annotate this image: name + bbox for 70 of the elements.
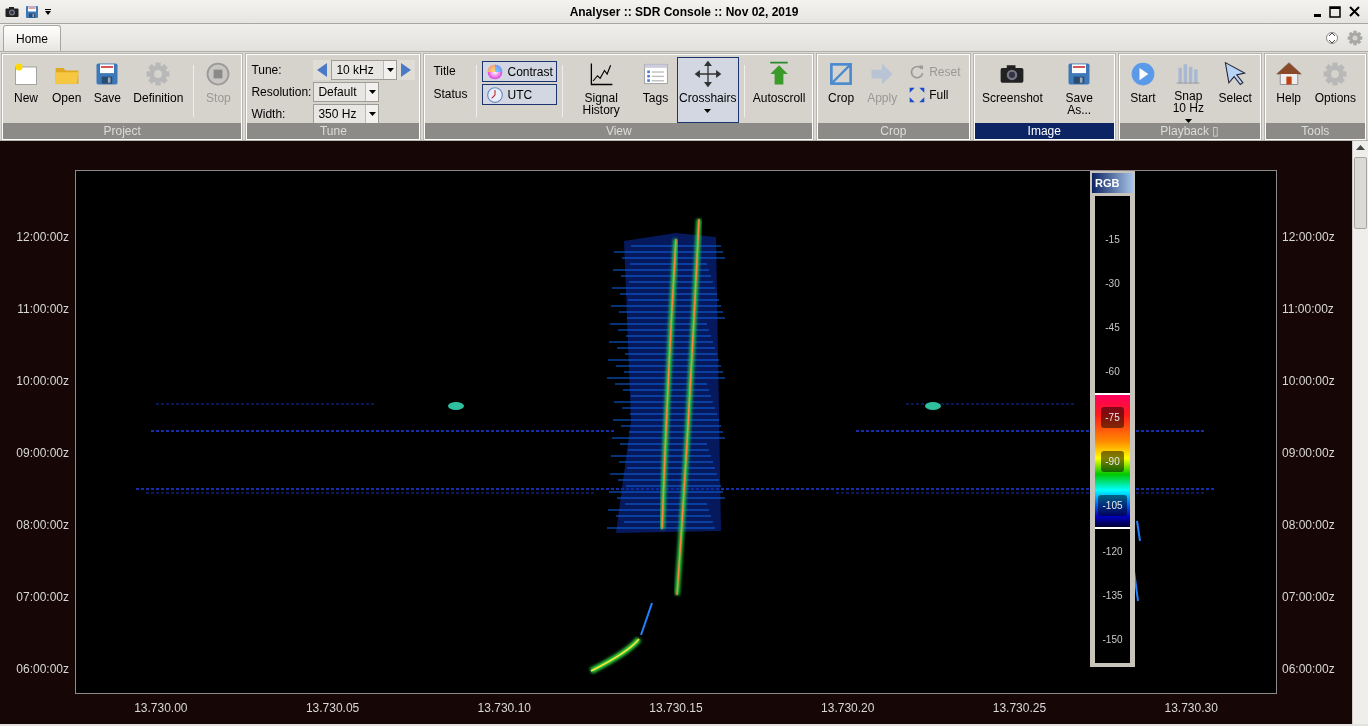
time-axis-label: 06:00:00z <box>1282 662 1335 676</box>
scale-label: -105 <box>1098 494 1127 516</box>
toolbar-button[interactable]: Full <box>904 84 965 105</box>
ribbon-label: Title <box>432 63 457 80</box>
scale-label: -15 <box>1105 232 1120 247</box>
scale-label: -75 <box>1101 406 1124 428</box>
scale-label: -45 <box>1105 320 1120 335</box>
frequency-axis-label: 13.730.10 <box>477 701 531 715</box>
time-axis-label: 07:00:00z <box>16 590 69 604</box>
toolbar-button[interactable]: Select <box>1214 57 1256 123</box>
toolbar-button[interactable]: Start <box>1123 57 1162 123</box>
toolbar-button[interactable]: Crosshairs <box>676 57 739 123</box>
time-axis-label: 06:00:00z <box>16 662 69 676</box>
toolbar-button[interactable]: Definition <box>128 57 189 123</box>
toolbar-button[interactable]: Help <box>1269 57 1308 123</box>
waterfall-plot[interactable]: RGB -15 -30 -45 -60 -75 -90 -105 -120 -135 -150 <box>75 170 1277 694</box>
group-label: Tools <box>1265 123 1365 139</box>
toolbar-button[interactable]: Save <box>88 57 127 123</box>
group-label: Crop <box>818 123 969 139</box>
time-axis-label: 11:00:00z <box>1282 302 1334 316</box>
time-axis-label: 12:00:00z <box>16 230 69 244</box>
time-axis-label: 09:00:00z <box>16 446 69 460</box>
toolbar-button[interactable]: Crop <box>822 57 861 123</box>
ribbon-tab[interactable]: Home <box>3 25 61 51</box>
color-scale-title: RGB <box>1092 173 1133 193</box>
group-label: Tune <box>247 123 420 139</box>
toolbar-button[interactable]: Tags <box>636 57 675 123</box>
time-axis-label: 10:00:00z <box>16 374 69 388</box>
window-title: Analyser :: SDR Console :: Nov 02, 2019 <box>569 4 799 19</box>
field-label: Resolution: <box>251 84 312 101</box>
frequency-axis-label: 13.730.20 <box>821 701 875 715</box>
frequency-axis-label: 13.730.25 <box>992 701 1047 715</box>
time-axis-label: 07:00:00z <box>1282 590 1335 604</box>
scale-label: -30 <box>1105 276 1120 291</box>
toggle-button[interactable]: UTC <box>482 84 557 105</box>
scale-label: -150 <box>1102 632 1123 647</box>
toolbar-button[interactable]: New <box>7 57 45 123</box>
time-axis-label: 08:00:00z <box>1282 518 1335 532</box>
group-label: Image <box>974 123 1114 139</box>
time-axis-label: 08:00:00z <box>16 518 69 532</box>
frequency-axis-label: 13.730.00 <box>134 701 188 715</box>
dropdown-field[interactable]: 350 Hz <box>313 104 380 124</box>
toolbar-button[interactable]: Signal History <box>567 57 635 123</box>
scale-label: -60 <box>1105 364 1120 379</box>
scale-label: -120 <box>1102 544 1123 559</box>
time-axis-label: 10:00:00z <box>1282 374 1335 388</box>
dropdown-field[interactable]: 10 kHz <box>331 60 398 80</box>
frequency-axis-label: 13.730.15 <box>649 701 703 715</box>
scale-label: -90 <box>1101 450 1124 472</box>
time-axis-label: 11:00:00z <box>17 302 69 316</box>
field-label: Width: <box>251 106 287 123</box>
dropdown-field[interactable]: Default <box>313 82 380 102</box>
group-label: Playback ▯ <box>1119 123 1260 139</box>
toggle-button[interactable]: Contrast <box>482 61 557 82</box>
field-label: Tune: <box>251 62 283 79</box>
toolbar-button[interactable]: Open <box>47 57 87 123</box>
group-label: View <box>425 123 813 139</box>
color-gradient-bar[interactable]: -75 -90 -105 <box>1095 393 1130 529</box>
scale-label: -135 <box>1102 588 1123 603</box>
frequency-axis-label: 13.730.30 <box>1164 701 1218 715</box>
time-axis-label: 09:00:00z <box>1282 446 1335 460</box>
toolbar-button[interactable]: Snap 10 Hz <box>1163 57 1213 123</box>
toolbar-button[interactable]: Screenshot <box>978 57 1047 123</box>
frequency-axis-label: 13.730.05 <box>305 701 360 715</box>
toolbar-button[interactable]: Save As... <box>1048 57 1110 123</box>
time-axis-label: 12:00:00z <box>1282 230 1335 244</box>
ribbon-label: Status <box>432 86 469 103</box>
toolbar-button[interactable]: Autoscroll <box>749 57 809 123</box>
group-label: Project <box>3 123 242 139</box>
toolbar-button[interactable]: Options <box>1309 57 1361 123</box>
